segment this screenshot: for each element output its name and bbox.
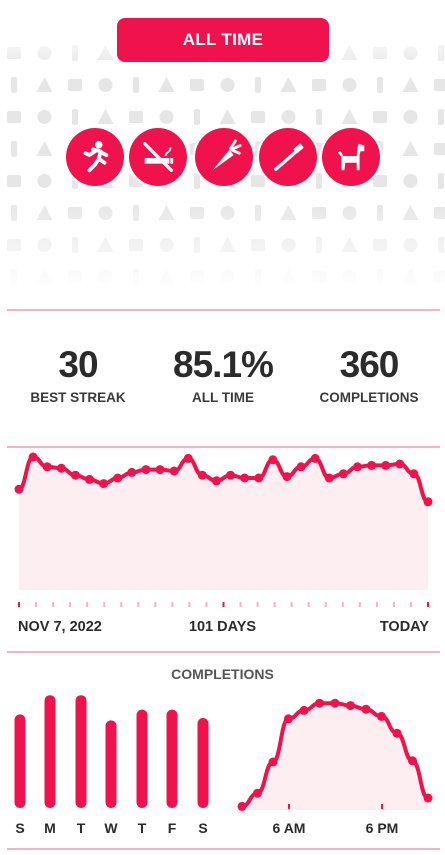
- hourly-point: [284, 714, 293, 724]
- hourly-point: [237, 801, 247, 811]
- weekday-label: S: [198, 820, 208, 836]
- weekday-bar: [166, 709, 178, 808]
- weekday-bar: [75, 695, 87, 808]
- weekday-bar: [14, 714, 26, 808]
- weekday-label: S: [15, 820, 25, 836]
- hour-label: 6 AM: [272, 820, 306, 836]
- divider: [7, 848, 440, 850]
- hourly-point: [346, 701, 355, 711]
- hourly-point: [315, 698, 324, 708]
- weekday-bar: [136, 709, 148, 808]
- weekday-label: T: [76, 820, 86, 836]
- weekday-bar: [105, 720, 117, 808]
- hourly-point: [361, 704, 371, 714]
- weekday-label: T: [137, 820, 147, 836]
- hourly-point: [253, 788, 262, 798]
- hourly-point: [408, 756, 417, 766]
- completions-charts: [14, 695, 433, 811]
- hourly-point: [268, 757, 278, 767]
- weekday-bar: [44, 695, 56, 808]
- weekday-label: W: [104, 820, 118, 836]
- weekday-label: F: [167, 820, 177, 836]
- hourly-point: [377, 711, 386, 721]
- hourly-point: [392, 728, 402, 738]
- weekday-bar: [197, 718, 209, 808]
- hourly-point: [423, 793, 433, 803]
- hourly-area: [242, 703, 428, 810]
- hour-label: 6 PM: [365, 820, 399, 836]
- hourly-point: [299, 705, 309, 715]
- weekday-label: M: [44, 820, 56, 836]
- hourly-point: [330, 698, 340, 708]
